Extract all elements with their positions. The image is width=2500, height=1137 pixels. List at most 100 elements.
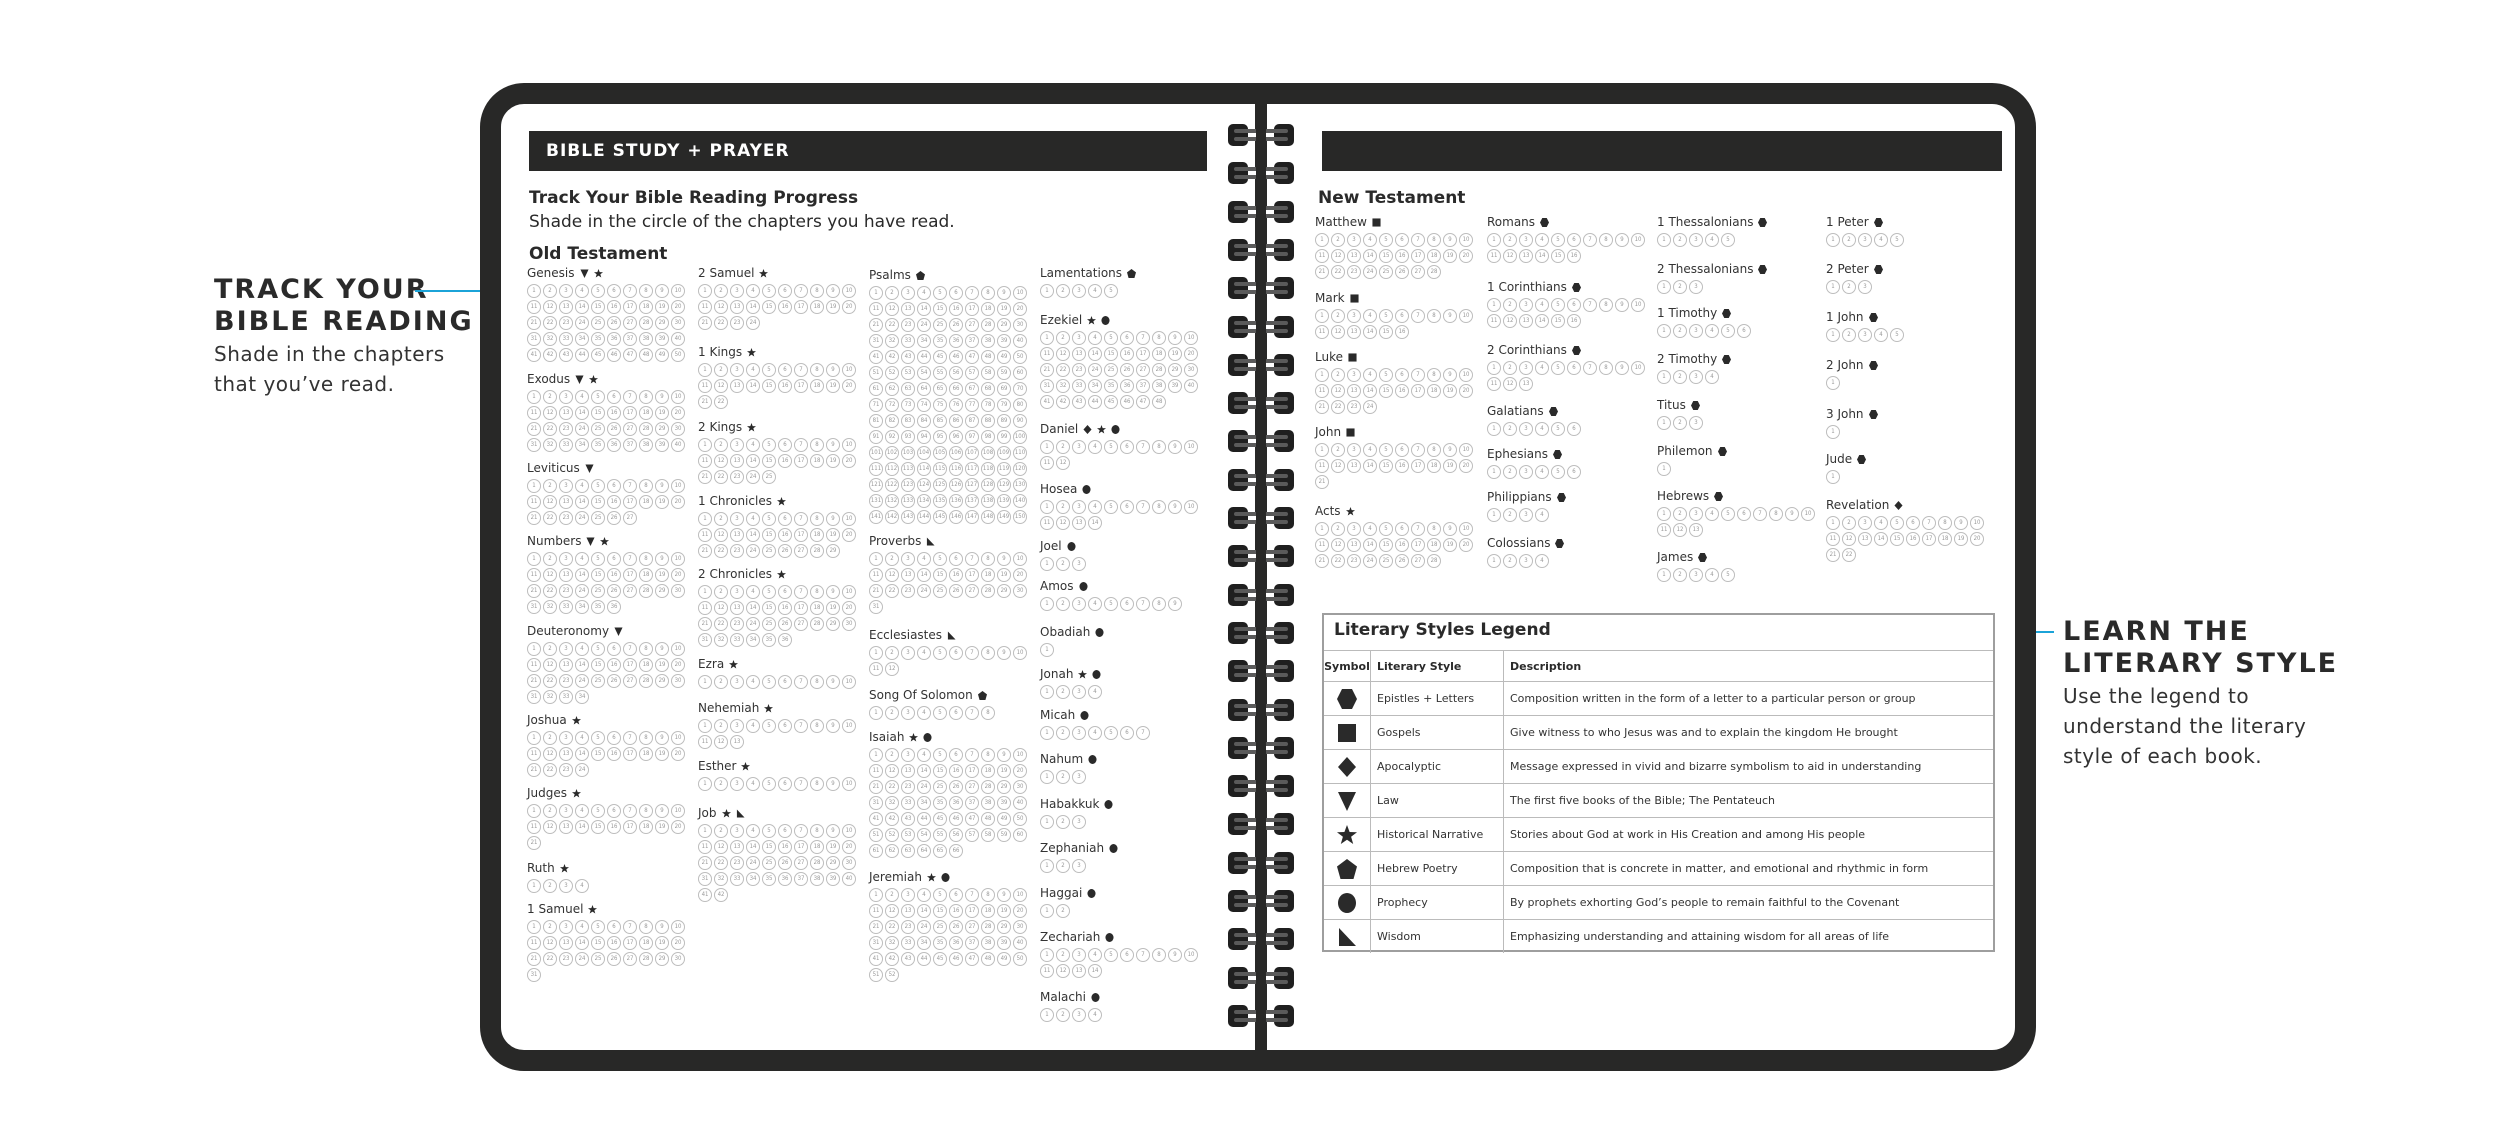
chapter-circle[interactable]: 6	[1120, 726, 1134, 740]
chapter-circle[interactable]: 26	[949, 318, 963, 332]
chapter-circle[interactable]: 8	[981, 286, 995, 300]
chapter-circle[interactable]: 4	[746, 719, 760, 733]
chapter-circle[interactable]: 20	[842, 528, 856, 542]
chapter-circle[interactable]: 29	[655, 584, 669, 598]
chapter-circle[interactable]: 40	[671, 438, 685, 452]
chapter-circle[interactable]: 18	[639, 820, 653, 834]
chapter-circle[interactable]: 6	[949, 286, 963, 300]
chapter-circle[interactable]: 39	[655, 438, 669, 452]
chapter-circle[interactable]: 8	[810, 512, 824, 526]
chapter-circle[interactable]: 45	[591, 348, 605, 362]
chapter-circle[interactable]: 10	[671, 804, 685, 818]
chapter-circle[interactable]: 21	[527, 763, 541, 777]
chapter-circle[interactable]: 17	[623, 936, 637, 950]
chapter-circle[interactable]: 27	[794, 856, 808, 870]
chapter-circle[interactable]: 28	[1427, 554, 1441, 568]
chapter-circle[interactable]: 13	[559, 495, 573, 509]
chapter-circle[interactable]: 2	[1331, 368, 1345, 382]
chapter-circle[interactable]: 10	[842, 512, 856, 526]
chapter-circle[interactable]: 11	[527, 747, 541, 761]
chapter-circle[interactable]: 2	[1503, 508, 1517, 522]
chapter-circle[interactable]: 2	[1842, 233, 1856, 247]
chapter-circle[interactable]: 11	[1040, 964, 1054, 978]
chapter-circle[interactable]: 5	[933, 706, 947, 720]
chapter-circle[interactable]: 5	[1104, 597, 1118, 611]
chapter-circle[interactable]: 3	[730, 363, 744, 377]
chapter-circle[interactable]: 20	[671, 406, 685, 420]
chapter-circle[interactable]: 15	[762, 601, 776, 615]
chapter-circle[interactable]: 4	[575, 731, 589, 745]
chapter-circle[interactable]: 9	[1443, 522, 1457, 536]
chapter-circle[interactable]: 1	[698, 777, 712, 791]
chapter-circle[interactable]: 17	[965, 302, 979, 316]
chapter-circle[interactable]: 3	[1072, 440, 1086, 454]
chapter-circle[interactable]: 7	[623, 731, 637, 745]
chapter-circle[interactable]: 38	[981, 334, 995, 348]
chapter-circle[interactable]: 20	[842, 454, 856, 468]
chapter-circle[interactable]: 89	[997, 414, 1011, 428]
chapter-circle[interactable]: 3	[901, 646, 915, 660]
chapter-circle[interactable]: 14	[1535, 314, 1549, 328]
chapter-circle[interactable]: 47	[1136, 395, 1150, 409]
chapter-circle[interactable]: 23	[559, 584, 573, 598]
chapter-circle[interactable]: 11	[527, 658, 541, 672]
chapter-circle[interactable]: 18	[1427, 459, 1441, 473]
chapter-circle[interactable]: 10	[1013, 888, 1027, 902]
chapter-circle[interactable]: 12	[885, 764, 899, 778]
chapter-circle[interactable]: 29	[826, 856, 840, 870]
chapter-circle[interactable]: 14	[1088, 347, 1102, 361]
chapter-circle[interactable]: 21	[1315, 554, 1329, 568]
chapter-circle[interactable]: 76	[949, 398, 963, 412]
chapter-circle[interactable]: 40	[671, 332, 685, 346]
chapter-circle[interactable]: 79	[997, 398, 1011, 412]
chapter-circle[interactable]: 72	[885, 398, 899, 412]
chapter-circle[interactable]: 21	[1315, 265, 1329, 279]
chapter-circle[interactable]: 24	[575, 511, 589, 525]
chapter-circle[interactable]: 33	[559, 690, 573, 704]
chapter-circle[interactable]: 2	[714, 777, 728, 791]
chapter-circle[interactable]: 6	[778, 438, 792, 452]
chapter-circle[interactable]: 5	[1379, 522, 1393, 536]
chapter-circle[interactable]: 5	[933, 888, 947, 902]
chapter-circle[interactable]: 31	[527, 600, 541, 614]
chapter-circle[interactable]: 18	[1427, 249, 1441, 263]
chapter-circle[interactable]: 9	[1443, 443, 1457, 457]
chapter-circle[interactable]: 13	[730, 840, 744, 854]
chapter-circle[interactable]: 2	[1056, 948, 1070, 962]
chapter-circle[interactable]: 23	[559, 763, 573, 777]
chapter-circle[interactable]: 69	[997, 382, 1011, 396]
chapter-circle[interactable]: 3	[1519, 298, 1533, 312]
chapter-circle[interactable]: 6	[1120, 440, 1134, 454]
chapter-circle[interactable]: 26	[607, 422, 621, 436]
chapter-circle[interactable]: 6	[949, 552, 963, 566]
chapter-circle[interactable]: 11	[869, 662, 883, 676]
chapter-circle[interactable]: 33	[559, 332, 573, 346]
chapter-circle[interactable]: 12	[1056, 456, 1070, 470]
chapter-circle[interactable]: 14	[746, 379, 760, 393]
chapter-circle[interactable]: 3	[1519, 233, 1533, 247]
chapter-circle[interactable]: 26	[1395, 554, 1409, 568]
chapter-circle[interactable]: 2	[1056, 770, 1070, 784]
chapter-circle[interactable]: 28	[639, 952, 653, 966]
chapter-circle[interactable]: 4	[1363, 522, 1377, 536]
chapter-circle[interactable]: 3	[1347, 368, 1361, 382]
chapter-circle[interactable]: 40	[1013, 796, 1027, 810]
chapter-circle[interactable]: 19	[655, 747, 669, 761]
chapter-circle[interactable]: 30	[1184, 363, 1198, 377]
chapter-circle[interactable]: 1	[527, 804, 541, 818]
chapter-circle[interactable]: 8	[1427, 368, 1441, 382]
chapter-circle[interactable]: 12	[543, 568, 557, 582]
chapter-circle[interactable]: 12	[714, 300, 728, 314]
chapter-circle[interactable]: 23	[730, 617, 744, 631]
chapter-circle[interactable]: 18	[1427, 538, 1441, 552]
chapter-circle[interactable]: 13	[559, 747, 573, 761]
chapter-circle[interactable]: 3	[1689, 233, 1703, 247]
chapter-circle[interactable]: 98	[981, 430, 995, 444]
chapter-circle[interactable]: 13	[730, 379, 744, 393]
chapter-circle[interactable]: 2	[1842, 516, 1856, 530]
chapter-circle[interactable]: 1	[1315, 233, 1329, 247]
chapter-circle[interactable]: 3	[1072, 557, 1086, 571]
chapter-circle[interactable]: 6	[1120, 597, 1134, 611]
chapter-circle[interactable]: 15	[1379, 459, 1393, 473]
chapter-circle[interactable]: 19	[655, 936, 669, 950]
